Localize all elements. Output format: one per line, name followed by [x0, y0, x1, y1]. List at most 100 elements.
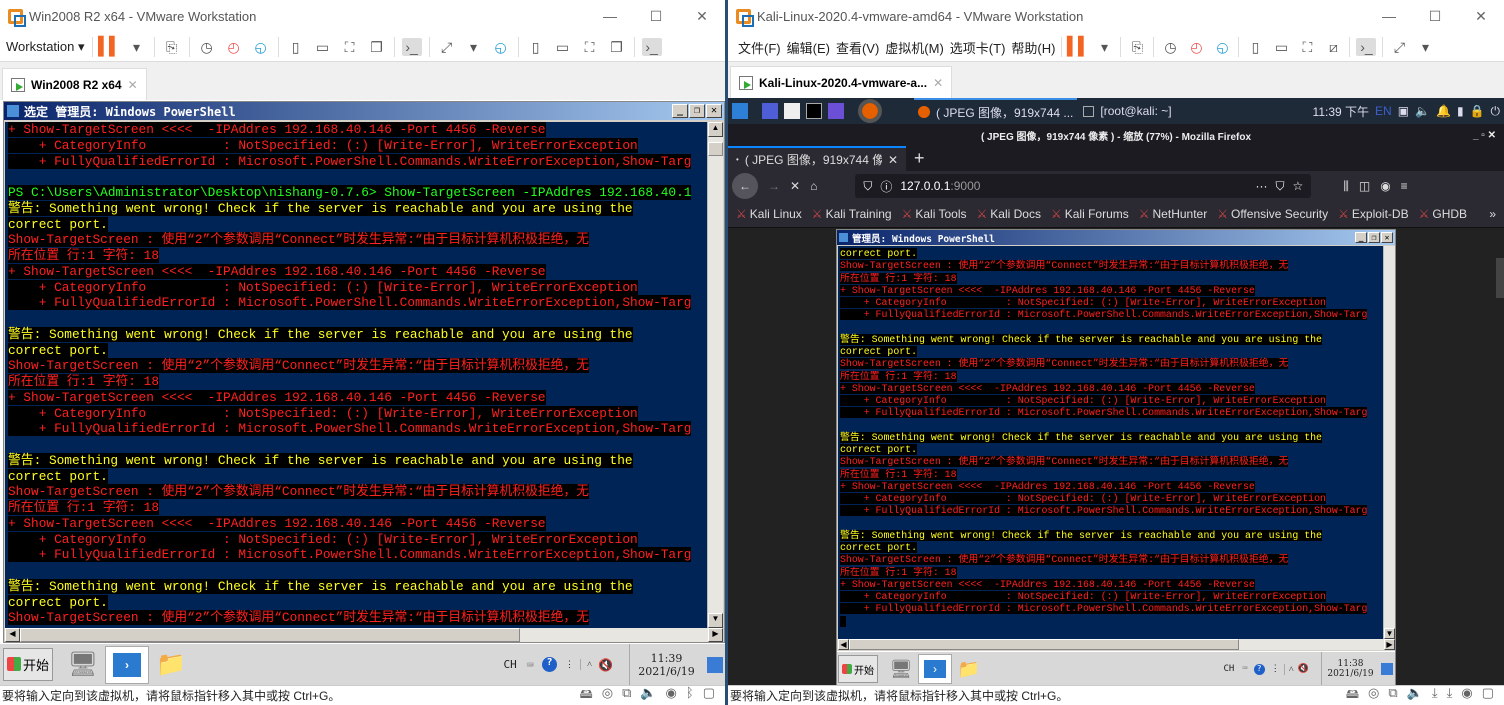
stop-button[interactable]: ✕ — [790, 179, 800, 193]
minimize-button[interactable]: — — [1366, 8, 1412, 25]
display-icon[interactable]: ▣ — [1398, 104, 1409, 118]
server-manager-icon[interactable]: 🖥 — [61, 646, 105, 684]
horizontal-scrollbar[interactable]: ◀ ▶ — [5, 628, 723, 642]
stretch-dropdown-icon[interactable]: ▾ — [1415, 38, 1435, 56]
stretch-dropdown-icon[interactable]: ▾ — [464, 38, 484, 56]
maximize-button[interactable]: ☐ — [633, 8, 679, 25]
sidebar-icon[interactable]: ◫ — [1359, 179, 1370, 193]
bookmark-item[interactable]: ⚔ Exploit-DB — [1338, 207, 1408, 221]
new-tab-button[interactable]: + — [914, 148, 925, 169]
close-button[interactable]: ✕ — [679, 8, 725, 25]
thumbnail-icon[interactable]: ▭ — [553, 38, 573, 56]
minimize-button[interactable]: — — [587, 8, 633, 25]
close-tab-icon[interactable]: ✕ — [888, 153, 898, 167]
network-icon[interactable]: ⧉ — [1388, 685, 1397, 705]
taskbar-firefox[interactable]: ( JPEG 图像，919x744 ... — [914, 98, 1078, 124]
back-button[interactable]: ← — [732, 173, 758, 199]
volume-icon[interactable]: 🔈 — [1415, 104, 1430, 118]
thumbnail-icon[interactable]: ▭ — [1271, 38, 1291, 56]
close-button[interactable]: ✕ — [706, 104, 722, 118]
snapshot-icon[interactable]: ◷ — [1160, 38, 1180, 56]
menu-edit[interactable]: 编辑(E) — [787, 38, 830, 57]
page-actions-icon[interactable]: ··· — [1256, 179, 1268, 193]
taskbar-terminal[interactable]: [root@kali: ~] — [1083, 104, 1172, 118]
page-scrollbar[interactable] — [1496, 258, 1504, 298]
bookmark-item[interactable]: ⚔ Kali Linux — [736, 207, 802, 221]
bookmark-item[interactable]: ⚔ NetHunter — [1139, 207, 1207, 221]
sidebar-icon[interactable]: ▯ — [286, 38, 306, 56]
powershell-taskbar-icon[interactable]: › — [105, 645, 150, 684]
menu-help[interactable]: 帮助(H) — [1011, 38, 1055, 57]
tab-kali[interactable]: Kali-Linux-2020.4-vmware-a... ✕ — [730, 66, 953, 98]
desktop-icon[interactable] — [762, 103, 778, 119]
close-tab-icon[interactable]: ✕ — [128, 78, 138, 92]
unity-icon[interactable]: ❐ — [367, 38, 387, 56]
start-button[interactable]: 开始 — [3, 648, 54, 681]
fullscreen-icon[interactable]: ⛶ — [1297, 38, 1317, 56]
bookmark-item[interactable]: ⚔ GHDB — [1419, 207, 1467, 221]
console-view-icon[interactable]: ›_ — [1356, 38, 1377, 56]
close-button[interactable]: ✕ — [1458, 8, 1504, 25]
workstation-menu[interactable]: Workstation ▾ — [6, 39, 85, 55]
battery-icon[interactable]: ▮ — [1457, 104, 1464, 118]
screen-recorder-icon[interactable] — [828, 103, 844, 119]
explorer-icon[interactable]: 📁 — [149, 646, 193, 684]
close-tab-icon[interactable]: ✕ — [933, 76, 943, 90]
sidebar-icon[interactable]: ▯ — [526, 38, 546, 56]
ime-indicator[interactable]: CH — [503, 658, 516, 671]
menu-file[interactable]: 文件(F) — [738, 38, 781, 57]
bookmark-star-icon[interactable]: ☆ — [1293, 179, 1304, 193]
power-icon[interactable]: ⏻ — [1491, 104, 1501, 119]
menu-view[interactable]: 查看(V) — [836, 38, 879, 57]
snapshot-manager-icon[interactable]: ◵ — [1212, 38, 1232, 56]
help-icon[interactable]: ? — [541, 657, 557, 672]
send-keys-icon[interactable]: ⎘ — [1127, 38, 1147, 56]
message-icon[interactable]: ▢ — [1482, 685, 1494, 705]
cd-icon[interactable]: ◎ — [1368, 685, 1379, 705]
volume-muted-icon[interactable]: 🔇 — [598, 658, 613, 672]
bluetooth-icon[interactable]: ᛒ — [686, 685, 694, 705]
snapshot-manager-icon[interactable]: ◵ — [491, 38, 511, 56]
bookmark-item[interactable]: ⚔ Kali Training — [812, 207, 892, 221]
snapshot-icon[interactable]: ◷ — [197, 38, 217, 56]
message-icon[interactable]: ▢ — [703, 685, 715, 705]
keyboard-layout[interactable]: EN — [1375, 104, 1392, 118]
fullscreen-icon[interactable]: ⛶ — [580, 38, 600, 56]
show-desktop-button[interactable] — [707, 656, 723, 673]
bookmarks-overflow-button[interactable]: » — [1489, 207, 1496, 221]
show-hidden-icons[interactable]: ˄ — [579, 659, 592, 670]
usb-icon[interactable]: ◉ — [666, 685, 677, 705]
stretch-icon[interactable]: ⤢ — [437, 38, 457, 56]
bookmark-item[interactable]: ⚔ Kali Forums — [1051, 207, 1129, 221]
hard-disk-icon[interactable]: 🖴 — [580, 685, 593, 705]
menu-icon[interactable]: ≡ — [1401, 179, 1408, 193]
tracking-shield-icon[interactable]: ⛉ — [863, 179, 872, 194]
revert-snapshot-icon[interactable]: ◴ — [1186, 38, 1206, 56]
restore-button[interactable]: ❐ — [689, 104, 705, 118]
menu-tabs[interactable]: 选项卡(T) — [950, 38, 1006, 57]
revert-snapshot-icon[interactable]: ◴ — [224, 38, 244, 56]
tab-win2008[interactable]: Win2008 R2 x64 ✕ — [2, 68, 147, 100]
bluetooth-icon[interactable]: ◉ — [1461, 685, 1472, 705]
library-icon[interactable]: ⫼ — [1343, 179, 1349, 194]
firefox-launcher-icon[interactable] — [858, 99, 882, 123]
firefox-tab[interactable]: •( JPEG 图像，919x744 像 ✕ — [728, 146, 906, 171]
console-output[interactable]: + Show-TargetScreen <<<< -IPAddres 192.1… — [5, 122, 707, 628]
console-view-icon[interactable]: ›_ — [401, 38, 422, 56]
console-view-icon[interactable]: ›_ — [641, 38, 662, 56]
pocket-icon[interactable]: ⛉ — [1276, 179, 1285, 194]
firefox-window-controls[interactable]: _ ▫ ✕ — [1473, 130, 1496, 141]
lock-icon[interactable]: 🔒 — [1470, 104, 1485, 118]
sidebar-icon[interactable]: ▯ — [1245, 38, 1265, 56]
thumbnail-icon[interactable]: ▭ — [313, 38, 333, 56]
usb-icon[interactable]: ⤓ — [1447, 685, 1453, 705]
hard-disk-icon[interactable]: 🖴 — [1346, 685, 1359, 705]
kali-menu-icon[interactable] — [732, 103, 748, 119]
snapshot-manager-icon[interactable]: ◵ — [251, 38, 271, 56]
notification-icon[interactable]: 🔔 — [1436, 104, 1451, 118]
clock[interactable]: 11:39 2021/6/19 — [629, 644, 703, 685]
sound-icon[interactable]: 🔈 — [640, 685, 656, 705]
minimize-button[interactable]: _ — [672, 104, 688, 118]
bookmark-item[interactable]: ⚔ Kali Tools — [902, 207, 967, 221]
account-icon[interactable]: ◉ — [1380, 179, 1390, 193]
